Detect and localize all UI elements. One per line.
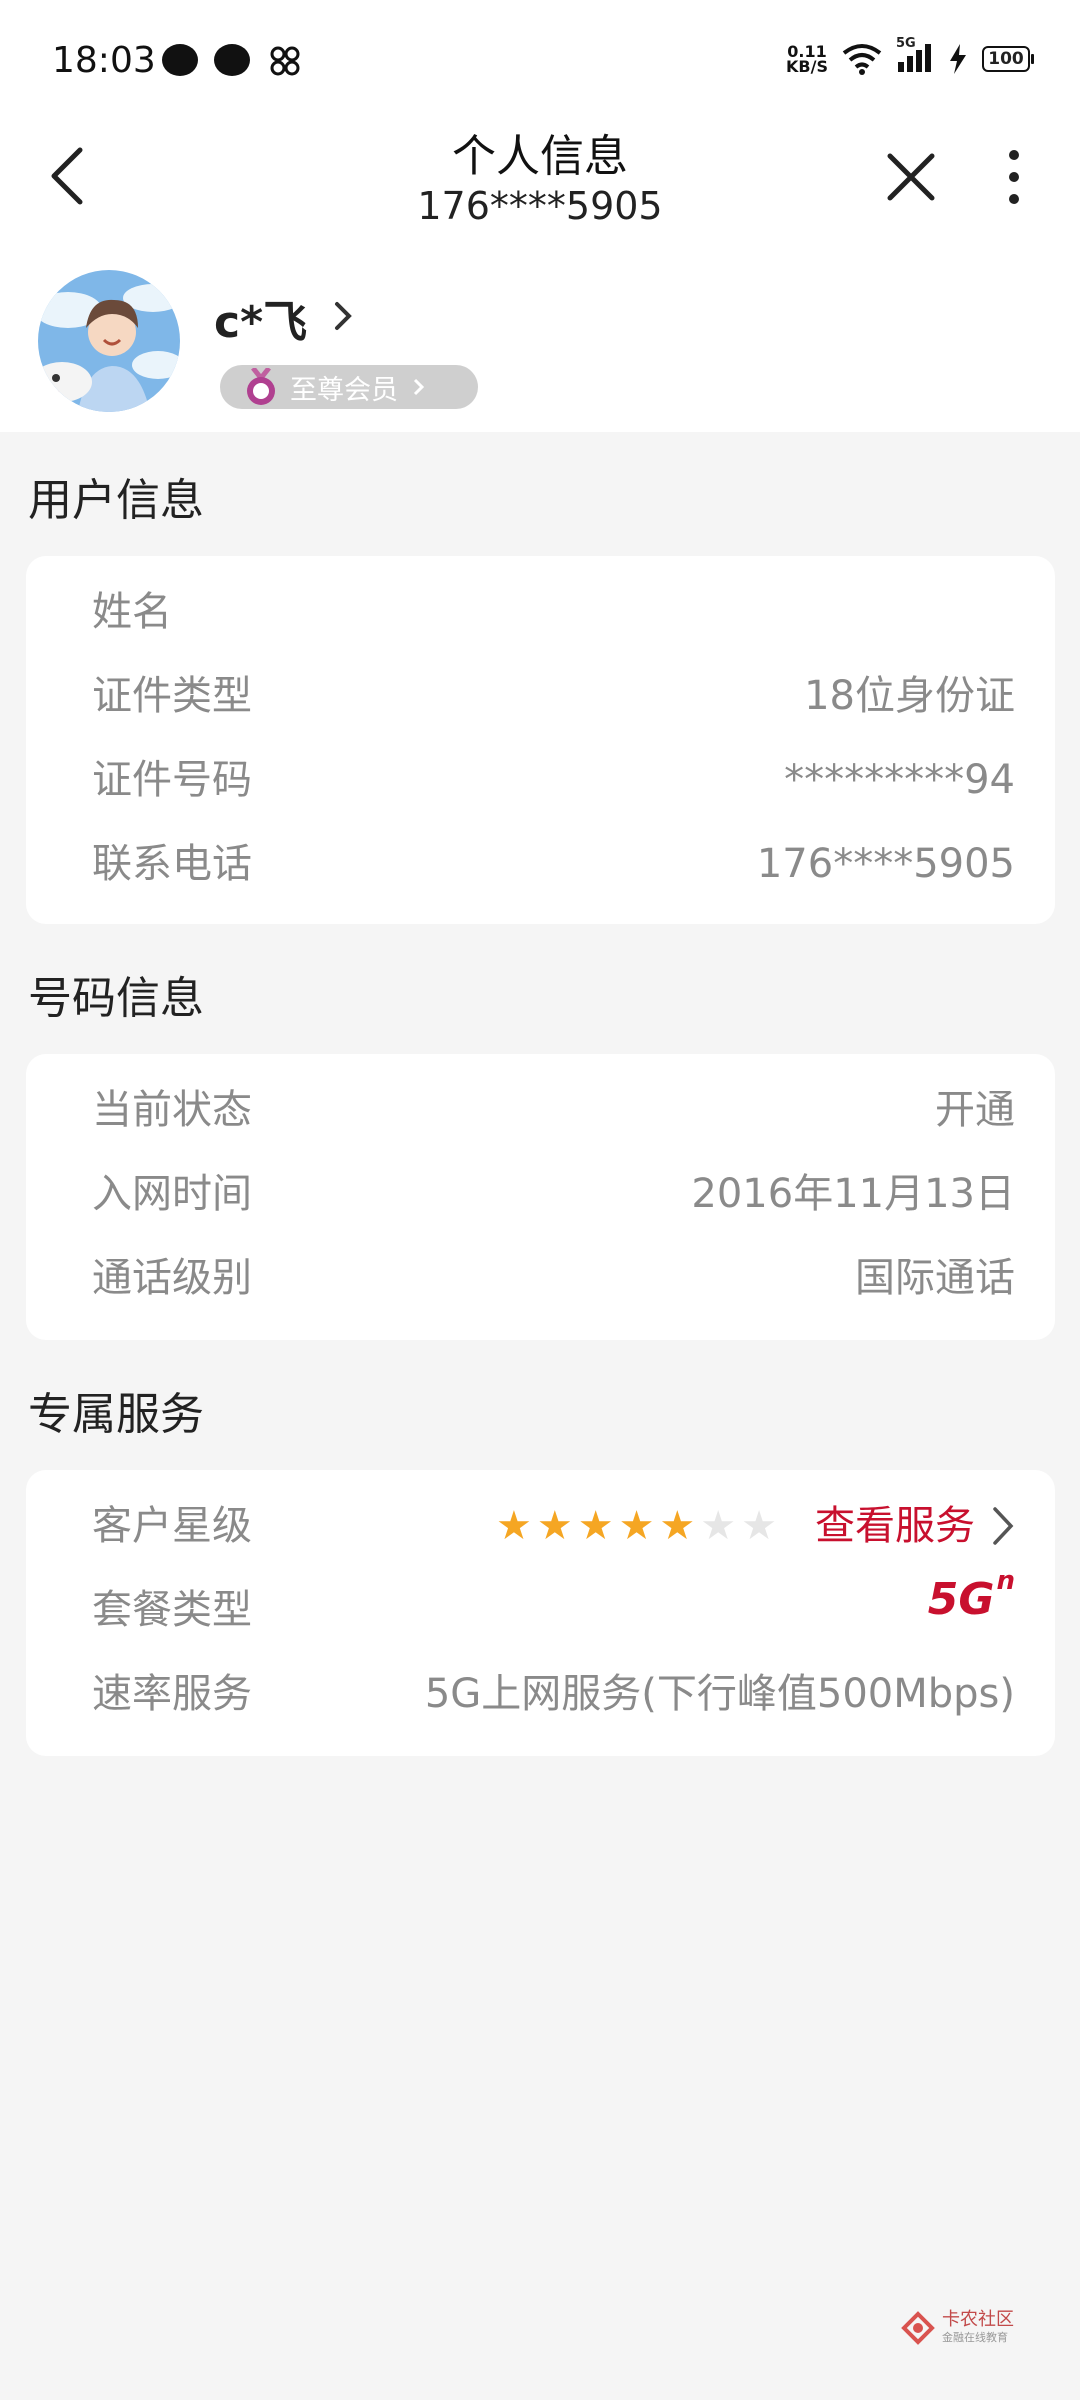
avatar[interactable] xyxy=(38,270,180,412)
medal-icon xyxy=(247,368,275,405)
star-filled-icon: ★ xyxy=(618,1503,655,1549)
star-filled-icon: ★ xyxy=(659,1503,696,1549)
vip-badge[interactable]: 至尊会员 xyxy=(220,365,478,409)
star-filled-icon: ★ xyxy=(577,1503,614,1549)
more-vertical-icon xyxy=(1009,150,1019,204)
row-star-level: 客户星级 ★ ★ ★ ★ ★ ★ ★ 查看服务 xyxy=(66,1484,1015,1568)
section-title-user-info: 用户信息 xyxy=(28,475,204,526)
row-id-type: 证件类型 18位身份证 xyxy=(92,673,1015,719)
star-filled-icon: ★ xyxy=(495,1503,532,1549)
view-service-link[interactable]: 查看服务 xyxy=(815,1484,975,1568)
net-speed: 0.11 KB/S xyxy=(786,42,828,76)
wifi-icon xyxy=(842,44,882,75)
status-time: 18:03 xyxy=(52,40,156,81)
row-speed-service: 速率服务 5G上网服务(下行峰值500Mbps) xyxy=(92,1671,1015,1717)
chevron-right-icon xyxy=(413,378,425,396)
row-phone: 联系电话 176****5905 xyxy=(92,841,1015,887)
charging-icon xyxy=(950,44,966,74)
star-empty-icon: ★ xyxy=(700,1503,737,1549)
vip-label: 至尊会员 xyxy=(290,374,398,406)
chevron-right-icon[interactable] xyxy=(333,300,353,336)
section-title-number-info: 号码信息 xyxy=(28,973,204,1024)
row-status: 当前状态 开通 xyxy=(92,1087,1015,1133)
row-plan-type: 套餐类型 5Gn xyxy=(92,1566,1015,1633)
status-icons: 0.11 KB/S 5G 100 xyxy=(786,36,1034,76)
5g-badge: 5Gn xyxy=(927,1566,1015,1625)
signal-icon: 5G xyxy=(896,36,934,76)
row-call-level: 通话级别 国际通话 xyxy=(92,1255,1015,1301)
star-rating: ★ ★ ★ ★ ★ ★ ★ xyxy=(496,1506,777,1546)
wechat-notification-icon xyxy=(214,44,250,76)
star-filled-icon: ★ xyxy=(536,1503,573,1549)
message-notification-icon xyxy=(162,44,198,76)
close-icon xyxy=(887,153,935,201)
star-empty-icon: ★ xyxy=(741,1503,777,1549)
battery-icon: 100 xyxy=(982,46,1034,72)
more-button[interactable] xyxy=(995,140,1033,214)
watermark: 卡农社区 金融在线教育 xyxy=(900,2310,1014,2346)
user-info-card: 姓名 证件类型 18位身份证 证件号码 *********94 联系电话 176… xyxy=(26,556,1055,924)
close-button[interactable] xyxy=(880,146,942,208)
watermark-logo-icon xyxy=(901,2311,935,2345)
section-title-exclusive: 专属服务 xyxy=(28,1389,204,1440)
chevron-right-icon[interactable] xyxy=(991,1505,1015,1547)
unicom-notification-icon xyxy=(268,44,302,82)
number-info-card: 当前状态 开通 入网时间 2016年11月13日 通话级别 国际通话 xyxy=(26,1054,1055,1340)
exclusive-card: 客户星级 ★ ★ ★ ★ ★ ★ ★ 查看服务 套餐类型 5Gn 速率服务 5G上网服务(下… xyxy=(26,1470,1055,1756)
username[interactable]: c*飞 xyxy=(214,286,307,350)
row-id-number: 证件号码 *********94 xyxy=(92,757,1015,803)
row-join-date: 入网时间 2016年11月13日 xyxy=(92,1171,1015,1217)
row-name: 姓名 xyxy=(92,589,172,635)
